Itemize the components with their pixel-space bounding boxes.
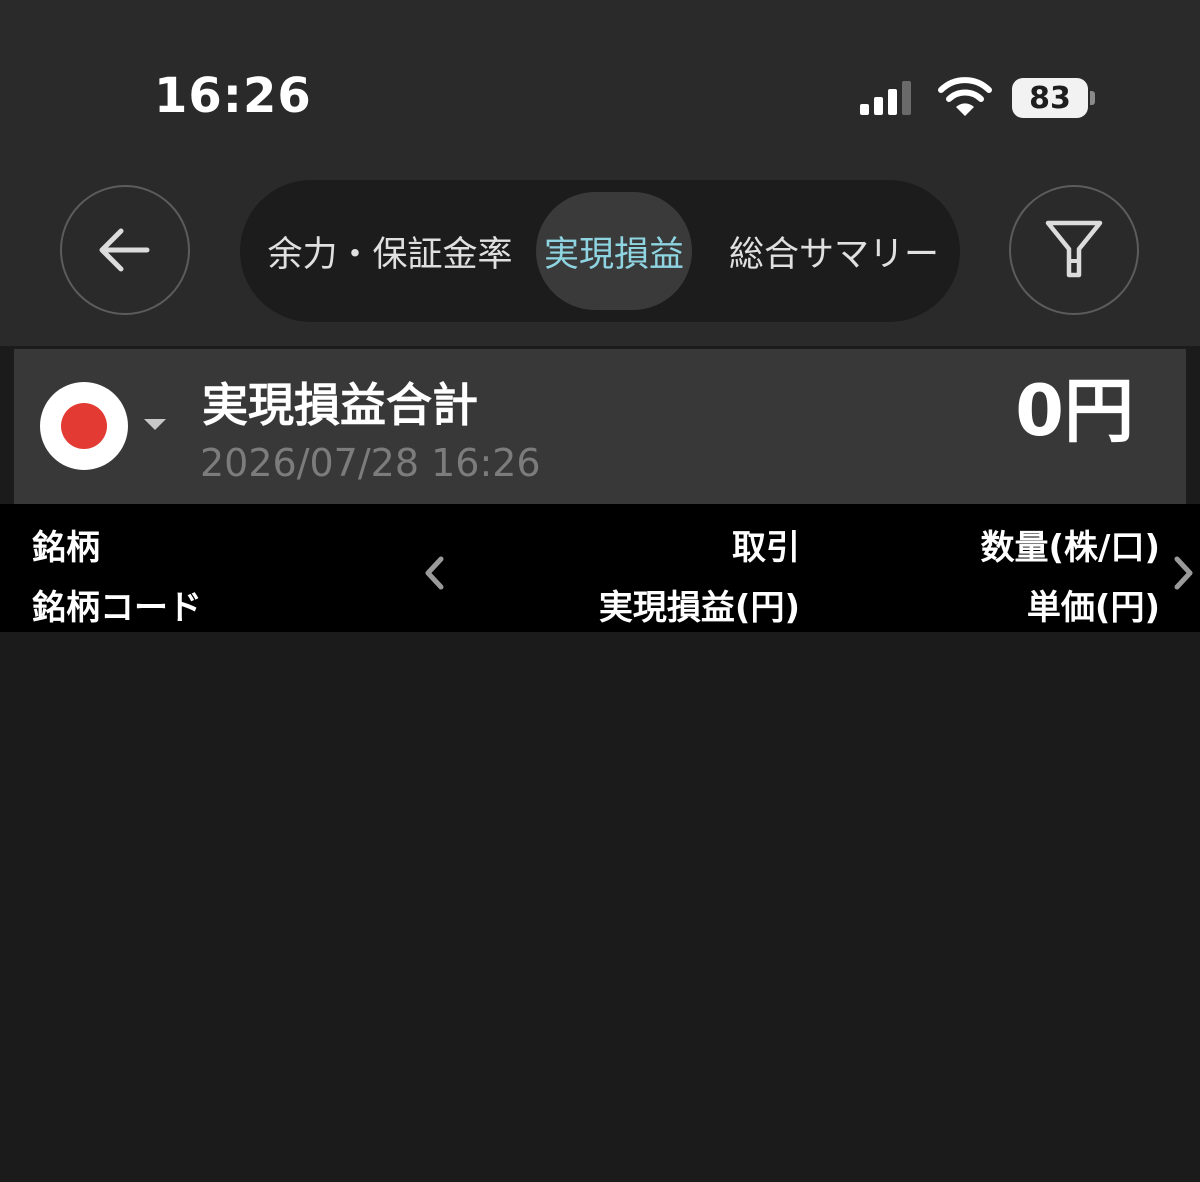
tab-margin-ratio[interactable]: 余力・保証金率 bbox=[252, 192, 528, 310]
arrow-left-icon bbox=[99, 228, 150, 272]
cellular-signal-icon bbox=[860, 81, 911, 115]
japan-flag-icon[interactable] bbox=[40, 382, 128, 470]
tab-overall-summary[interactable]: 総合サマリー bbox=[714, 192, 954, 310]
status-time: 16:26 bbox=[154, 68, 312, 124]
top-navigation-area: 16:26 83 余力・保証金率 実現損益 総合サマリー bbox=[0, 0, 1200, 346]
flag-red-circle bbox=[61, 403, 107, 449]
column-header-realized-pnl: 実現損益(円) bbox=[598, 588, 800, 628]
tab-realized-pnl[interactable]: 実現損益 bbox=[536, 192, 692, 310]
column-header-quantity: 数量(株/口) bbox=[980, 528, 1161, 568]
caret-down-icon[interactable] bbox=[144, 419, 166, 430]
column-header-trade: 取引 bbox=[732, 528, 800, 568]
table-header: 銘柄 銘柄コード 取引 実現損益(円) 数量(株/口) 単価(円) bbox=[0, 504, 1200, 632]
battery-cap bbox=[1090, 91, 1095, 105]
summary-amount: 0円 bbox=[1015, 370, 1134, 452]
filter-icon bbox=[1045, 220, 1103, 278]
chevron-left-icon[interactable] bbox=[422, 555, 446, 591]
tab-segment-control: 余力・保証金率 実現損益 総合サマリー bbox=[240, 180, 960, 322]
column-header-stock-code: 銘柄コード bbox=[32, 588, 202, 628]
column-header-unit-price: 単価(円) bbox=[1026, 588, 1160, 628]
battery-level: 83 bbox=[1012, 78, 1088, 118]
chevron-right-icon[interactable] bbox=[1172, 555, 1196, 591]
column-header-stock-name: 銘柄 bbox=[32, 528, 100, 568]
back-button[interactable] bbox=[60, 185, 190, 315]
wifi-icon bbox=[938, 77, 992, 116]
summary-title: 実現損益合計 bbox=[202, 378, 478, 432]
battery-indicator: 83 bbox=[1012, 78, 1096, 118]
results-list-empty bbox=[0, 632, 1200, 1182]
realized-pnl-summary-card: 実現損益合計 2026/07/28 16:26 0円 bbox=[14, 349, 1186, 504]
summary-datetime: 2026/07/28 16:26 bbox=[200, 441, 541, 485]
filter-button[interactable] bbox=[1009, 185, 1139, 315]
